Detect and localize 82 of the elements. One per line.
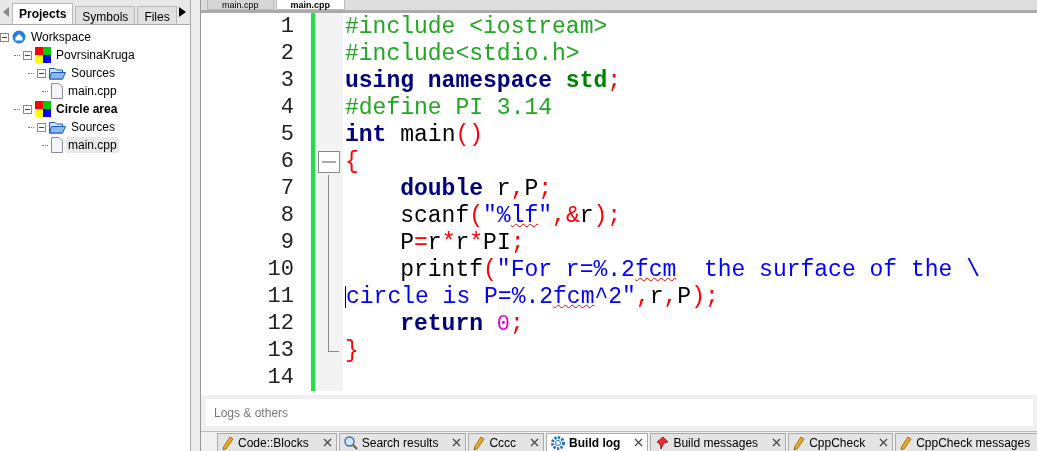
line-number: 5 (280, 122, 294, 147)
close-icon[interactable] (322, 438, 332, 447)
code-line: circle is P=%.2fcm^2",r,P); (346, 283, 719, 310)
code-line: return 0; (399, 310, 524, 337)
pin-icon (655, 435, 670, 450)
log-tab[interactable]: Build log (546, 433, 649, 451)
code-line: scanf("%lf",&r); (399, 202, 622, 229)
sidebar-tab[interactable]: Files (137, 6, 177, 24)
line-number: 8 (280, 203, 294, 228)
line-number: 3 (280, 68, 294, 93)
pencil-icon (793, 435, 806, 450)
tab-label[interactable]: Build log (569, 435, 631, 450)
editor-tab[interactable]: main.cpp (207, 0, 274, 10)
line-number: 12 (267, 311, 294, 336)
log-tab[interactable]: Cccc (468, 433, 545, 451)
line-number: 1 (280, 14, 294, 39)
line-number: 4 (280, 95, 294, 120)
log-tab[interactable]: Code::Blocks (217, 433, 337, 451)
project-icon (35, 101, 51, 117)
tree-item[interactable]: PovrsinaKruga (54, 47, 137, 63)
tree-item[interactable]: Circle area (54, 101, 120, 117)
code-line: P=r*r*PI; (399, 229, 525, 256)
close-icon[interactable] (879, 438, 889, 447)
pencil-icon (222, 435, 234, 450)
log-tab[interactable]: CppCheck (788, 433, 894, 451)
tab-label[interactable]: CppCheck messages (916, 435, 1037, 450)
collapse-icon[interactable] (23, 50, 32, 60)
code-line: double r,P; (399, 175, 553, 202)
code-line: #include<stdio.h> (345, 40, 580, 67)
pencil-icon (900, 435, 913, 450)
sidebar-tab[interactable]: Projects (12, 3, 74, 24)
sidebar-tab[interactable]: Symbols (75, 6, 136, 24)
close-icon[interactable] (772, 438, 782, 447)
gear-icon (551, 435, 566, 450)
collapse-icon[interactable] (23, 104, 32, 114)
tab-label[interactable]: Build messages (673, 435, 769, 450)
scroll-left-icon[interactable] (3, 7, 10, 17)
folder-icon (49, 120, 66, 134)
project-icon (35, 47, 51, 63)
search-icon (343, 435, 358, 450)
workspace-icon (12, 30, 26, 44)
line-number: 7 (280, 176, 294, 201)
log-tab[interactable]: CppCheck messages (895, 433, 1037, 451)
tree-item[interactable]: main.cpp (66, 83, 119, 99)
fold-collapse-icon[interactable] (318, 150, 340, 173)
fold-margin[interactable] (315, 13, 343, 391)
tab-label[interactable]: CppCheck (809, 435, 876, 450)
file-icon (51, 137, 63, 153)
tree-item[interactable]: Sources (69, 65, 118, 81)
log-tab[interactable]: Search results (338, 433, 467, 451)
code-line: using namespace std; (345, 67, 622, 94)
tree-item[interactable]: Sources (69, 119, 118, 135)
folder-icon (49, 66, 66, 80)
tab-label[interactable]: Cccc (489, 435, 527, 450)
panel-title: Logs & others (206, 399, 1033, 427)
line-number: 13 (267, 338, 294, 363)
code-line: int main() (345, 121, 484, 148)
collapse-icon[interactable] (37, 122, 46, 132)
code-line: } (345, 337, 359, 364)
collapse-icon[interactable] (0, 32, 9, 42)
line-number: 2 (280, 41, 294, 66)
line-number: 9 (280, 230, 294, 255)
code-line: #include <iostream> (345, 13, 608, 40)
line-number: 14 (267, 365, 294, 390)
line-number: 6 (280, 149, 294, 174)
tab-label[interactable]: Code::Blocks (238, 435, 319, 450)
line-number: 11 (267, 284, 294, 309)
log-tab[interactable]: Build messages (650, 433, 787, 451)
close-icon[interactable] (452, 438, 462, 447)
editor-tab[interactable]: main.cpp (275, 0, 346, 10)
code-line: printf("For r=%.2fcm the surface of the \ (399, 256, 980, 283)
file-icon (51, 83, 63, 99)
close-icon[interactable] (634, 438, 644, 447)
code-line: { (345, 148, 359, 175)
close-icon[interactable] (530, 438, 540, 447)
pencil-icon (473, 435, 486, 450)
tab-label[interactable]: Search results (361, 435, 449, 450)
tree-item[interactable]: Workspace (29, 29, 93, 45)
line-number: 10 (267, 257, 294, 282)
tree-item[interactable]: main.cpp (66, 137, 119, 153)
collapse-icon[interactable] (37, 68, 46, 78)
code-line: #define PI 3.14 (345, 94, 553, 121)
